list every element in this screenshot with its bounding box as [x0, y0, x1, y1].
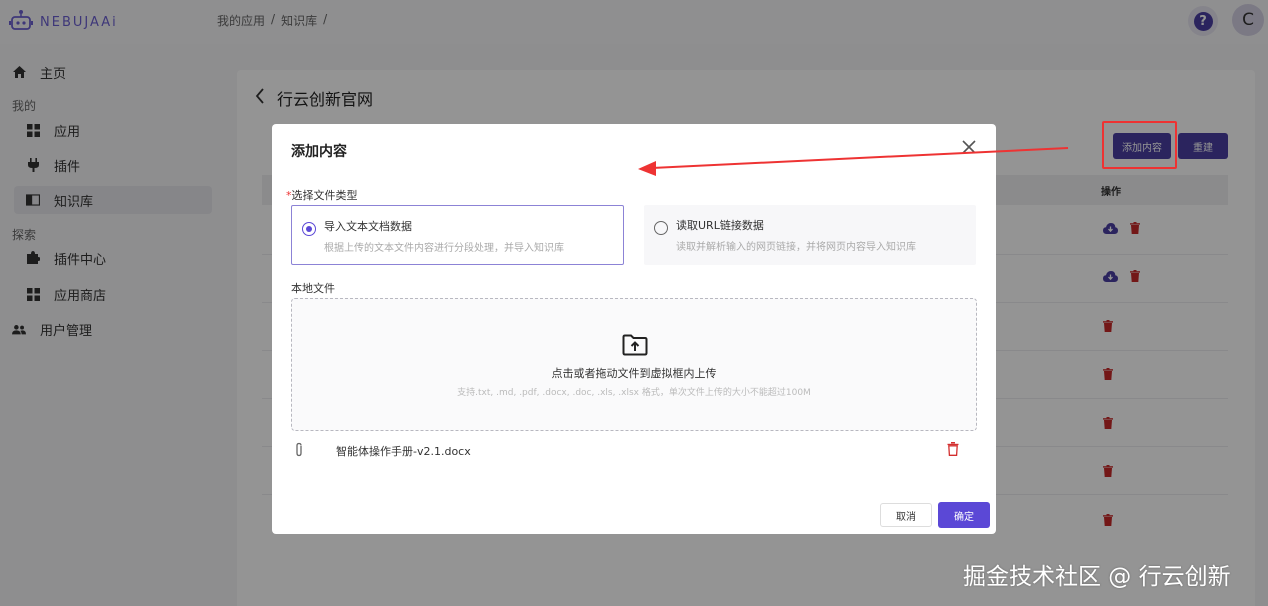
dropzone-hint: 支持.txt, .md, .pdf, .docx, .doc, .xls, .x…: [457, 388, 811, 398]
option-title: 导入文本文档数据: [324, 220, 412, 233]
delete-file-icon[interactable]: [947, 442, 959, 456]
file-type-label: *选择文件类型: [286, 187, 358, 203]
cancel-button[interactable]: 取消: [880, 503, 932, 527]
file-type-label-text: 选择文件类型: [291, 189, 358, 202]
close-icon[interactable]: [960, 138, 978, 156]
option-description: 根据上传的文本文件内容进行分段处理，并导入知识库: [324, 243, 564, 254]
watermark: 掘金技术社区 @ 行云创新: [963, 564, 1231, 590]
upload-dropzone[interactable]: 点击或者拖动文件到虚拟框内上传 支持.txt, .md, .pdf, .docx…: [291, 298, 977, 431]
radio-selected[interactable]: [302, 222, 316, 236]
add-content-dialog: 添加内容 *选择文件类型 导入文本文档数据 根据上传的文本文件内容进行分段处理，…: [272, 124, 996, 534]
paperclip-icon: [294, 442, 304, 458]
option-import-text[interactable]: 导入文本文档数据 根据上传的文本文件内容进行分段处理，并导入知识库: [291, 205, 624, 265]
option-read-url[interactable]: 读取URL链接数据 读取并解析输入的网页链接，并将网页内容导入知识库: [644, 205, 976, 265]
radio-unselected[interactable]: [654, 221, 668, 235]
confirm-button[interactable]: 确定: [938, 502, 990, 528]
dropzone-instruction: 点击或者拖动文件到虚拟框内上传: [551, 367, 717, 380]
annotation-highlight-box: [1102, 121, 1177, 169]
option-description: 读取并解析输入的网页链接，并将网页内容导入知识库: [676, 242, 916, 253]
folder-upload-icon: [622, 334, 648, 356]
option-title: 读取URL链接数据: [676, 219, 764, 232]
file-name: 智能体操作手册-v2.1.docx: [336, 445, 471, 458]
uploaded-file-row: 智能体操作手册-v2.1.docx: [291, 440, 977, 462]
local-file-label: 本地文件: [291, 282, 335, 295]
dialog-title: 添加内容: [291, 144, 347, 160]
